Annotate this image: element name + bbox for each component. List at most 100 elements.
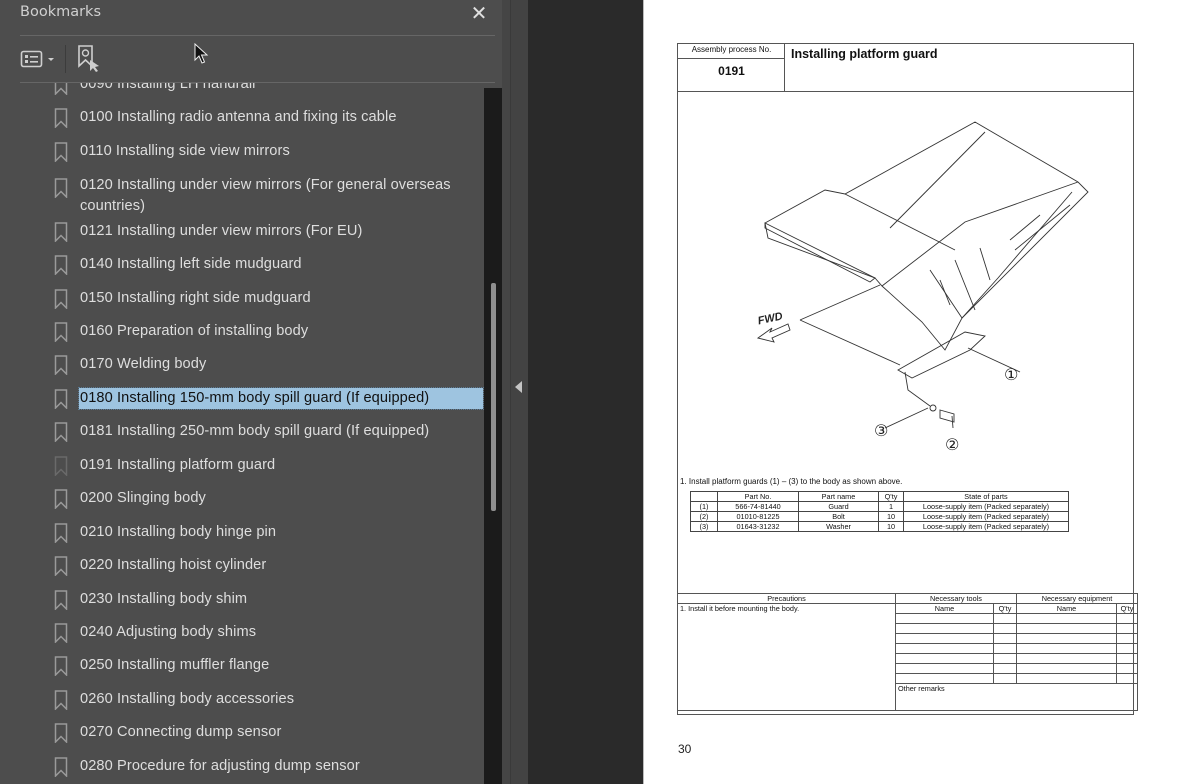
cell: Loose-supply item (Packed separately) bbox=[903, 501, 1069, 512]
panel-edge bbox=[502, 0, 510, 784]
cell: Loose-supply item (Packed separately) bbox=[903, 511, 1069, 522]
bookmark-icon bbox=[54, 142, 68, 162]
body-outline bbox=[764, 121, 1089, 351]
bookmark-list: 0090 Installing LH handrail 0100 Installi… bbox=[0, 83, 484, 784]
precautions-text: 1. Install it before mounting the body. bbox=[677, 603, 896, 711]
equipment-qty-col: Q'ty bbox=[1116, 603, 1138, 614]
parts-table-header: Part No. Part name Q'ty State of parts bbox=[690, 491, 1069, 502]
bookmark-icon bbox=[54, 422, 68, 442]
table-row: (3) 01643-31232 Washer 10 Loose-supply i… bbox=[690, 521, 1069, 532]
chevron-down-icon bbox=[48, 58, 54, 61]
page-number: 30 bbox=[678, 742, 692, 756]
bookmark-icon bbox=[54, 590, 68, 610]
table-row: (2) 01010-81225 Bolt 10 Loose-supply ite… bbox=[690, 511, 1069, 522]
guard-part bbox=[897, 331, 986, 379]
bookmark-icon bbox=[54, 556, 68, 576]
header-cell bbox=[690, 491, 718, 502]
other-remarks: Other remarks bbox=[895, 683, 1138, 711]
cell: 01643-31232 bbox=[717, 521, 799, 532]
bookmark-label: 0120 Installing under view mirrors (For … bbox=[80, 177, 451, 214]
precautions-header: Precautions bbox=[677, 593, 896, 604]
divider bbox=[20, 35, 495, 36]
cell: 10 bbox=[878, 511, 904, 522]
list-options-button[interactable] bbox=[20, 48, 58, 70]
bookmark-label: 0181 Installing 250-mm body spill guard … bbox=[80, 423, 430, 439]
document-title: Installing platform guard bbox=[791, 47, 938, 61]
bookmark-icon bbox=[54, 108, 68, 128]
scrollbar-thumb[interactable] bbox=[491, 283, 496, 511]
tools-header: Necessary tools bbox=[895, 593, 1017, 604]
bookmark-icon bbox=[54, 656, 68, 676]
bookmark-icon bbox=[54, 757, 68, 777]
collapse-panel-arrow-icon[interactable] bbox=[515, 381, 522, 393]
find-current-bookmark-icon bbox=[78, 45, 99, 72]
platform-guard-illustration: FWD ① ② ③ bbox=[757, 121, 1089, 454]
bookmark-label: 0110 Installing side view mirrors bbox=[80, 143, 290, 159]
close-icon[interactable]: ✕ bbox=[468, 0, 490, 26]
bookmark-label: 0170 Welding body bbox=[80, 356, 207, 372]
header-cell: Part name bbox=[798, 491, 879, 502]
divider bbox=[677, 58, 784, 59]
bookmark-label: 0140 Installing left side mudguard bbox=[80, 256, 302, 272]
bookmark-label: 0121 Installing under view mirrors (For … bbox=[80, 223, 363, 239]
cell: 01010-81225 bbox=[717, 511, 799, 522]
panel-title: Bookmarks bbox=[20, 4, 102, 20]
cell: 566-74-81440 bbox=[717, 501, 799, 512]
bookmark-icon bbox=[54, 178, 68, 198]
callout-3: ③ bbox=[874, 421, 888, 440]
header-cell: Part No. bbox=[717, 491, 799, 502]
cell: Washer bbox=[798, 521, 879, 532]
bookmark-icon bbox=[54, 456, 68, 476]
bookmarks-panel: Bookmarks ✕ 0090 Installing LH handrail … bbox=[0, 0, 510, 784]
bookmark-label: 0280 Procedure for adjusting dump sensor bbox=[80, 758, 360, 774]
find-current-bookmark-button[interactable] bbox=[76, 44, 104, 74]
cell: (1) bbox=[690, 501, 718, 512]
bookmark-label: 0210 Installing body hinge pin bbox=[80, 524, 277, 540]
table-row: (1) 566-74-81440 Guard 1 Loose-supply it… bbox=[690, 501, 1069, 512]
divider bbox=[677, 91, 1134, 92]
bookmark-label: 0191 Installing platform guard bbox=[80, 457, 276, 473]
list-options-icon bbox=[20, 50, 54, 68]
toolbar-separator bbox=[65, 45, 66, 73]
header-cell: State of parts bbox=[903, 491, 1069, 502]
cell: (2) bbox=[690, 511, 718, 522]
equipment-name-col: Name bbox=[1016, 603, 1117, 614]
bookmark-label: 0260 Installing body accessories bbox=[80, 691, 295, 707]
callout-2: ② bbox=[945, 435, 959, 454]
bookmark-label: 0270 Connecting dump sensor bbox=[80, 724, 282, 740]
cell: (3) bbox=[690, 521, 718, 532]
process-no: 0191 bbox=[718, 64, 745, 78]
bookmark-icon bbox=[54, 83, 68, 95]
cell: Guard bbox=[798, 501, 879, 512]
bookmark-icon bbox=[54, 322, 68, 342]
bookmark-icon bbox=[54, 255, 68, 275]
tools-qty-col: Q'ty bbox=[993, 603, 1017, 614]
bookmark-label: 0090 Installing LH handrail bbox=[80, 83, 256, 92]
equipment-header: Necessary equipment bbox=[1016, 593, 1138, 604]
bookmark-label: 0180 Installing 150-mm body spill guard … bbox=[78, 387, 484, 410]
parts-table: Part No. Part name Q'ty State of parts (… bbox=[690, 491, 1069, 532]
callout-1: ① bbox=[1004, 365, 1018, 384]
bookmark-icon bbox=[54, 489, 68, 509]
precautions-table: Precautions Necessary tools Necessary eq… bbox=[677, 593, 1138, 711]
bookmark-icon bbox=[54, 623, 68, 643]
bookmark-label: 0220 Installing hoist cylinder bbox=[80, 557, 267, 573]
tools-name-col: Name bbox=[895, 603, 994, 614]
bookmarks-toolbar bbox=[20, 40, 495, 78]
header-cell: Q'ty bbox=[878, 491, 904, 502]
cell: 10 bbox=[878, 521, 904, 532]
bookmark-label: 0200 Slinging body bbox=[80, 490, 206, 506]
divider bbox=[784, 43, 785, 91]
bookmark-icon bbox=[54, 723, 68, 743]
bookmark-label: 0150 Installing right side mudguard bbox=[80, 290, 311, 306]
fwd-arrow-icon: FWD bbox=[757, 310, 791, 343]
bookmark-label: 0230 Installing body shim bbox=[80, 591, 248, 607]
cell: Bolt bbox=[798, 511, 879, 522]
instruction-text: 1. Install platform guards (1) – (3) to … bbox=[680, 477, 903, 486]
bookmark-label: 0100 Installing radio antenna and fixing… bbox=[80, 109, 397, 125]
fwd-label: FWD bbox=[757, 310, 784, 327]
panel-header: Bookmarks ✕ bbox=[0, 0, 510, 36]
bookmark-label: 0240 Adjusting body shims bbox=[80, 624, 257, 640]
process-no-label: Assembly process No. bbox=[691, 45, 772, 54]
bookmark-icon bbox=[54, 355, 68, 375]
